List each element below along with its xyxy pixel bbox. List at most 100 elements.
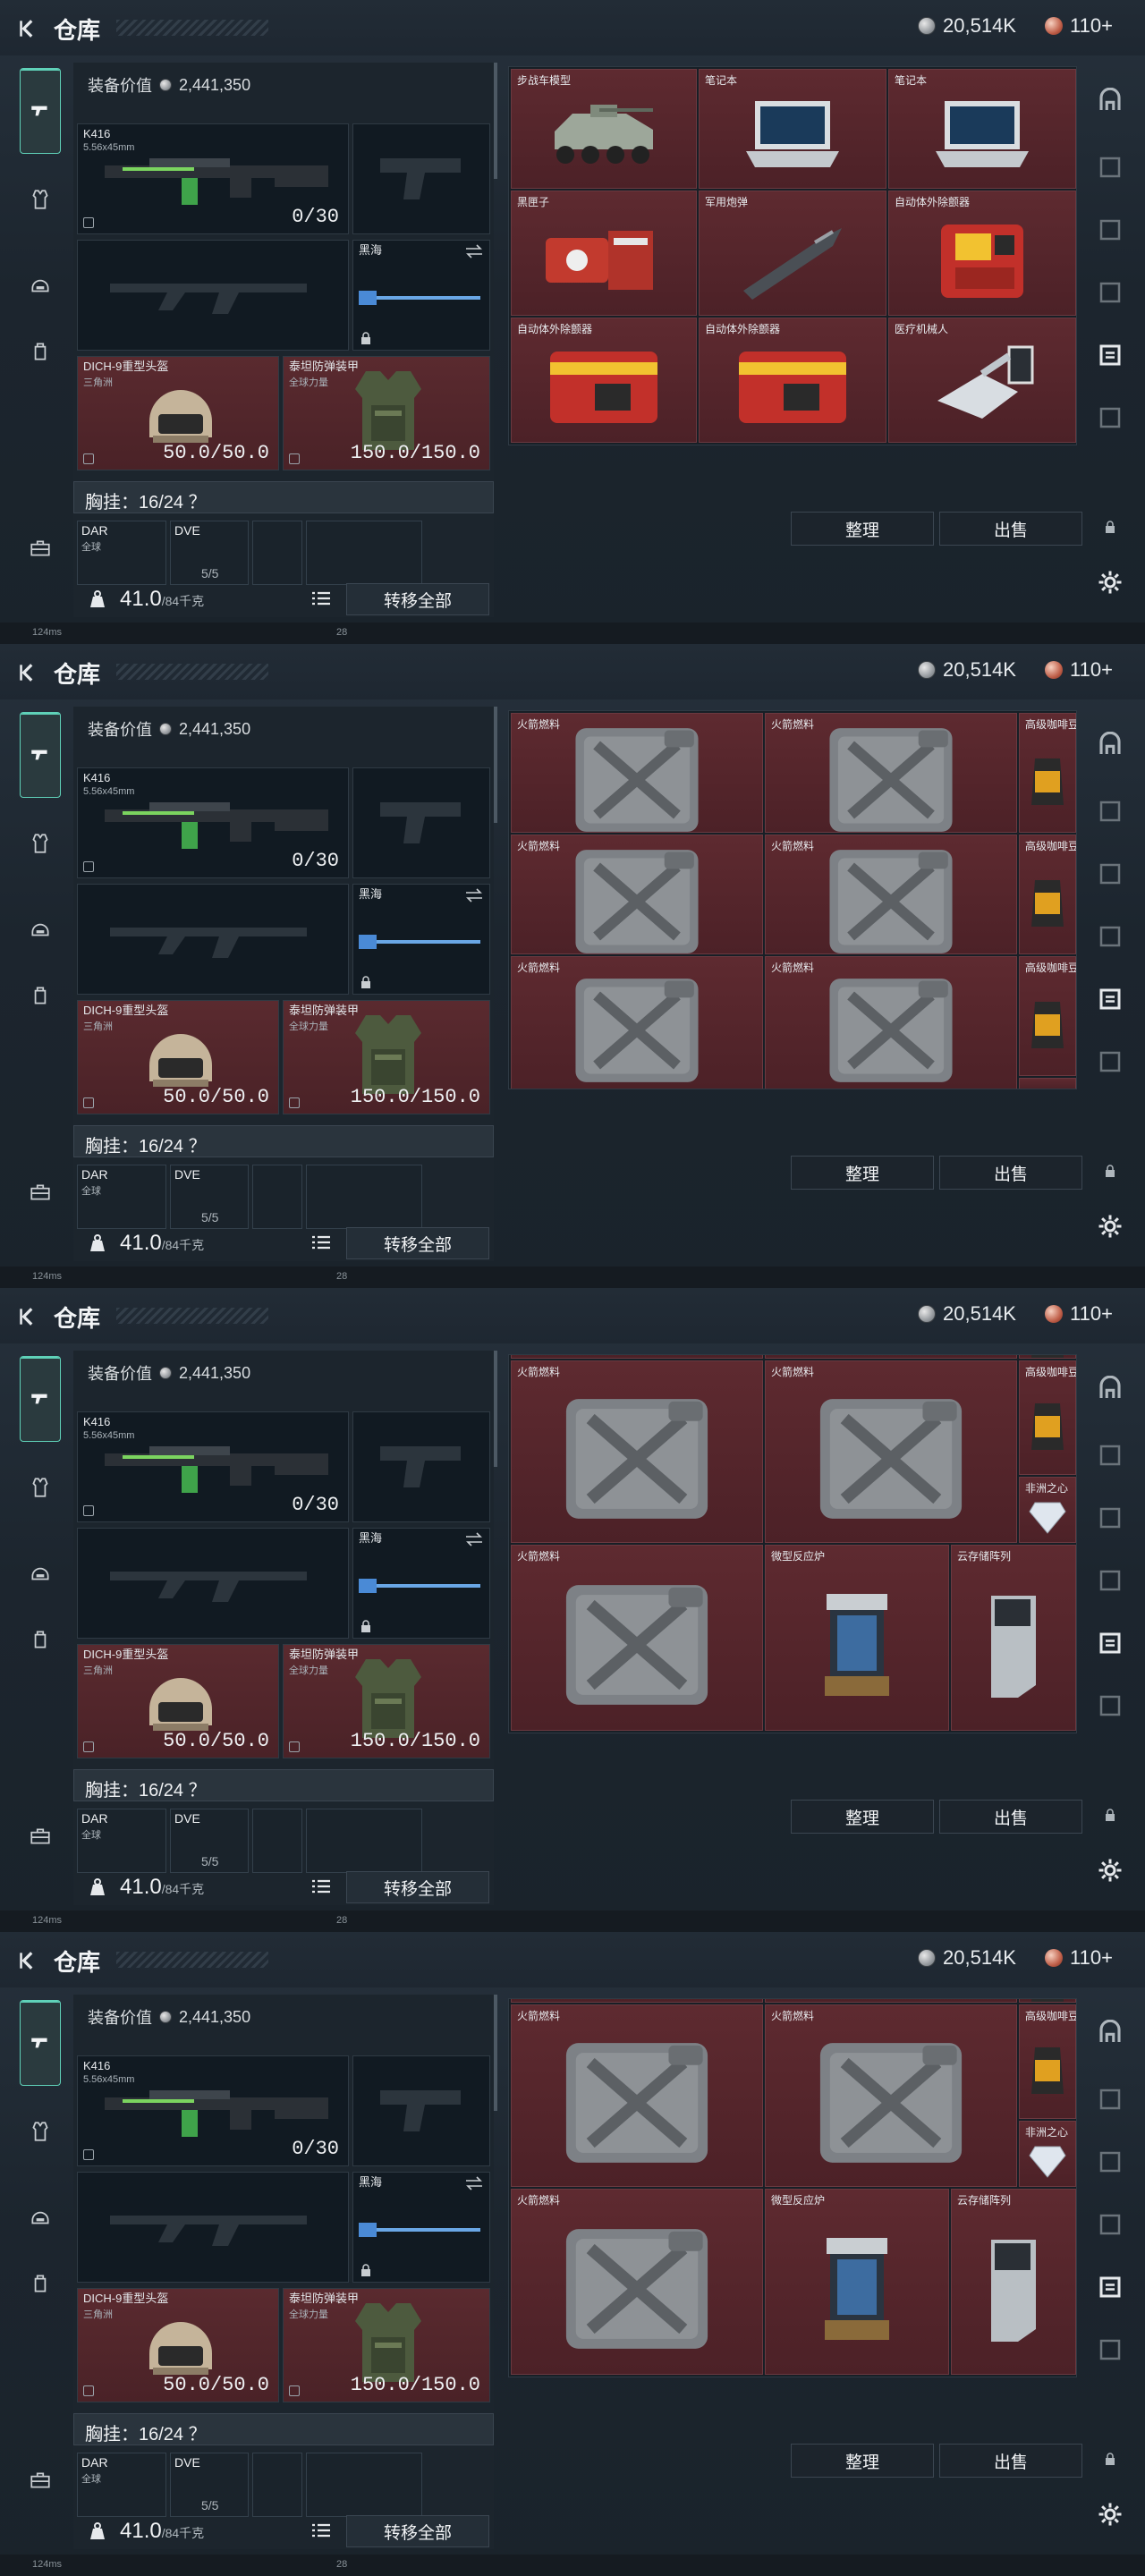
storage-item[interactable]: 火箭燃料 [511,713,763,833]
storage-tab-5[interactable] [1091,1624,1129,1662]
nav-loadout[interactable] [20,68,61,154]
pouch-slot-4[interactable] [306,521,422,585]
nav-helmet[interactable] [20,1553,61,1594]
storage-item[interactable]: 火箭燃料 [765,1360,1017,1543]
storage-item[interactable] [765,1999,1017,2003]
storage-tab-5[interactable] [1091,980,1129,1018]
pouch-slot-3[interactable] [252,1165,302,1229]
nav-helmet[interactable] [20,909,61,950]
pouch-slot-4[interactable] [306,1809,422,1873]
coin-balance[interactable]: 20,514K [918,1946,1016,1970]
storage-item[interactable]: 微型反应炉 [765,1545,949,1731]
storage-item[interactable]: 自动体外除颤器 [511,318,697,443]
armor-slot[interactable]: 泰坦防弹装甲 全球力量 150.0/150.0 [283,1000,490,1114]
nav-case[interactable] [20,1816,61,1857]
sidearm-slot[interactable] [352,767,490,878]
storage-item[interactable]: 高级咖啡豆 [1019,2004,1076,2119]
nav-helmet[interactable] [20,265,61,306]
melee-slot[interactable]: 黑海 [352,884,490,995]
pouch-slot-2[interactable]: DVE 5/5 [170,521,249,585]
pouch-slot-3[interactable] [252,521,302,585]
sidearm-slot[interactable] [352,2055,490,2166]
primary-weapon-slot[interactable]: K416 5.56x45mm 0/30 [77,2055,349,2166]
back-button[interactable] [13,1301,45,1333]
storage-tab-2[interactable] [1091,148,1129,186]
list-view-button[interactable] [308,1873,335,1900]
pouch-slot-1[interactable]: DAR 全球 [77,1809,166,1873]
nav-helmet[interactable] [20,2197,61,2238]
storage-item[interactable]: 火箭燃料 [765,956,1017,1089]
helmet-slot[interactable]: DICH-9重型头盔 三角洲 50.0/50.0 [77,1000,279,1114]
chest-rig-bar[interactable]: 胸挂：16/24 ？ [73,481,494,513]
storage-item[interactable]: 火箭燃料 [511,1545,763,1731]
swap-icon[interactable] [464,2176,484,2190]
storage-item[interactable]: 军用炮弹 [699,191,886,316]
storage-tab-2[interactable] [1091,792,1129,830]
storage-item[interactable]: 高级咖啡豆 [1019,1360,1076,1475]
sort-button[interactable]: 整理 [791,1800,934,1834]
coin-balance[interactable]: 20,514K [918,1302,1016,1326]
pouch-slot-1[interactable]: DAR 全球 [77,521,166,585]
pouch-slot-2[interactable]: DVE 5/5 [170,1165,249,1229]
storage-item[interactable]: 火箭燃料 [511,2004,763,2187]
sort-button[interactable]: 整理 [791,512,934,546]
transfer-all-button[interactable]: 转移全部 [346,1871,489,1903]
nav-armor[interactable] [20,179,61,220]
nav-loadout[interactable] [20,1356,61,1442]
settings-button[interactable] [1091,564,1129,601]
sell-button[interactable]: 出售 [939,1800,1082,1834]
armor-slot[interactable]: 泰坦防弹装甲 全球力量 150.0/150.0 [283,1644,490,1758]
nav-backpack[interactable] [20,1619,61,1660]
nav-loadout[interactable] [20,712,61,798]
nav-armor[interactable] [20,2111,61,2152]
back-button[interactable] [13,1945,45,1977]
transfer-all-button[interactable]: 转移全部 [346,1227,489,1259]
loadout-scrollbar[interactable] [494,1351,497,1467]
sidearm-slot[interactable] [352,123,490,234]
secondary-weapon-slot[interactable] [77,884,349,995]
gem-balance[interactable]: 110+ [1045,1302,1113,1326]
storage-tab-6[interactable] [1091,1687,1129,1724]
primary-weapon-slot[interactable]: K416 5.56x45mm 0/30 [77,767,349,878]
nav-backpack[interactable] [20,331,61,372]
storage-tab-4[interactable] [1091,918,1129,955]
chest-rig-bar[interactable]: 胸挂：16/24 ？ [73,1125,494,1157]
sort-button[interactable]: 整理 [791,1156,934,1190]
pouch-slot-4[interactable] [306,2453,422,2517]
pouch-slot-2[interactable]: DVE 5/5 [170,1809,249,1873]
storage-tab-3[interactable] [1091,2143,1129,2181]
storage-item[interactable]: 笔记本 [699,69,886,189]
nav-loadout[interactable] [20,2000,61,2086]
chest-rig-bar[interactable]: 胸挂：16/24 ？ [73,1769,494,1801]
storage-tab-6[interactable] [1091,2331,1129,2368]
gem-balance[interactable]: 110+ [1045,658,1113,682]
storage-item[interactable]: 黑匣子 [511,191,697,316]
loadout-scrollbar[interactable] [494,63,497,179]
storage-item[interactable]: 高级咖啡豆 [1019,835,1076,954]
storage-item[interactable]: 高级咖啡豆 [1019,713,1076,833]
sell-button[interactable]: 出售 [939,512,1082,546]
storage-item[interactable]: 火箭燃料 [511,835,763,954]
helmet-slot[interactable]: DICH-9重型头盔 三角洲 50.0/50.0 [77,356,279,470]
back-button[interactable] [13,657,45,689]
pouch-slot-1[interactable]: DAR 全球 [77,1165,166,1229]
storage-item[interactable]: 高级咖啡豆 [1019,956,1076,1076]
list-view-button[interactable] [308,1229,335,1256]
storage-tab-1[interactable] [1091,726,1129,764]
storage-item[interactable]: 火箭燃料 [765,713,1017,833]
storage-item[interactable]: 火箭燃料 [511,2189,763,2375]
storage-tab-1[interactable] [1091,1370,1129,1408]
settings-button[interactable] [1091,2496,1129,2533]
storage-item[interactable]: 自动体外除颤器 [699,318,886,443]
storage-tab-1[interactable] [1091,2014,1129,2052]
loadout-scrollbar[interactable] [494,707,497,823]
storage-item[interactable]: 非洲之心 [1019,2121,1076,2187]
chest-rig-bar[interactable]: 胸挂：16/24 ？ [73,2413,494,2445]
nav-backpack[interactable] [20,2263,61,2304]
storage-tab-4[interactable] [1091,2206,1129,2243]
storage-item[interactable] [1019,1355,1076,1359]
storage-item[interactable]: 火箭燃料 [511,1360,763,1543]
storage-item[interactable]: 火箭燃料 [765,835,1017,954]
storage-item[interactable] [1019,1999,1076,2003]
storage-item[interactable]: 云存储阵列 [951,1545,1076,1731]
